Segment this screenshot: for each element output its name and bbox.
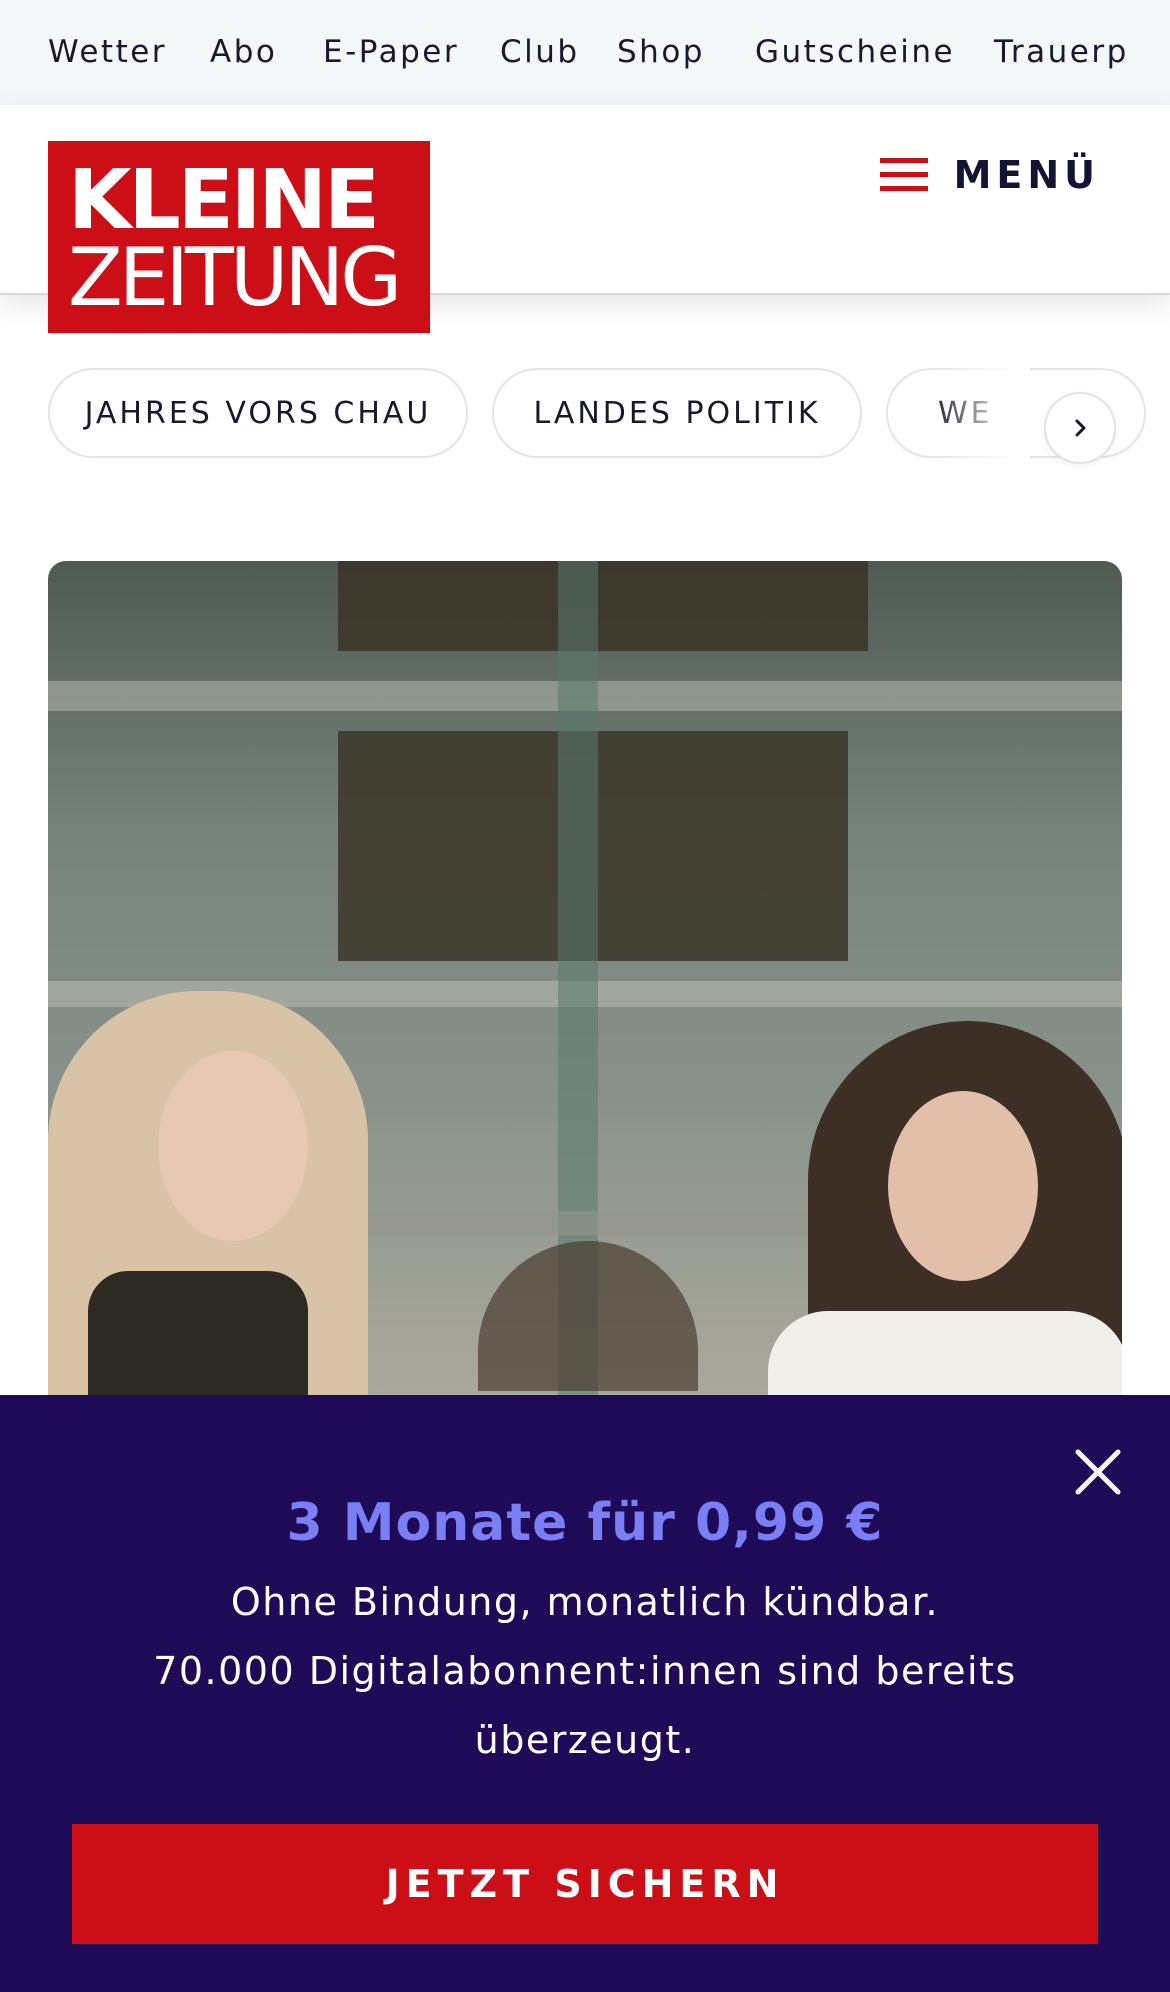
utility-link-epaper[interactable]: E-Paper [323, 0, 459, 104]
close-button[interactable] [1070, 1444, 1126, 1500]
logo-line2: ZEITUNG [68, 231, 402, 324]
utility-link-shop[interactable]: Shop [617, 0, 705, 104]
site-header: KLEINE ZEITUNG MENÜ [0, 105, 1170, 333]
chip-jahresvorschau[interactable]: JAHRES VORS CHAU [48, 368, 468, 458]
chips-fade [930, 368, 1030, 458]
topic-chips: JAHRES VORS CHAU LANDES POLITIK WE [0, 368, 1170, 458]
chevron-right-icon [1075, 419, 1086, 437]
menu-button[interactable]: MENÜ [879, 145, 1100, 205]
utility-link-trauerportal[interactable]: Trauerp [994, 0, 1129, 104]
promo-text-line2: 70.000 Digitalabonnent:innen sind bereit… [153, 1649, 1017, 1693]
utility-link-gutscheine[interactable]: Gutscheine [755, 0, 955, 104]
chips-next-button[interactable] [1044, 392, 1116, 464]
utility-nav: Wetter Abo E-Paper Club Shop Gutscheine … [0, 0, 1170, 105]
menu-label: MENÜ [953, 153, 1100, 197]
close-icon [1075, 1449, 1121, 1495]
logo[interactable]: KLEINE ZEITUNG [48, 141, 430, 333]
hamburger-icon [879, 158, 928, 192]
promo-text-line3: überzeugt. [474, 1718, 696, 1762]
promo-text-line1: Ohne Bindung, monatlich kündbar. [230, 1580, 940, 1624]
promo-headline: 3 Monate für 0,99 € [286, 1493, 884, 1553]
subscribe-button[interactable]: JETZT SICHERN [72, 1824, 1098, 1944]
chip-landespolitik[interactable]: LANDES POLITIK [492, 368, 862, 458]
utility-link-abo[interactable]: Abo [210, 0, 277, 104]
utility-nav-fade [1130, 0, 1170, 105]
utility-link-club[interactable]: Club [500, 0, 580, 104]
utility-link-wetter[interactable]: Wetter [48, 0, 167, 104]
